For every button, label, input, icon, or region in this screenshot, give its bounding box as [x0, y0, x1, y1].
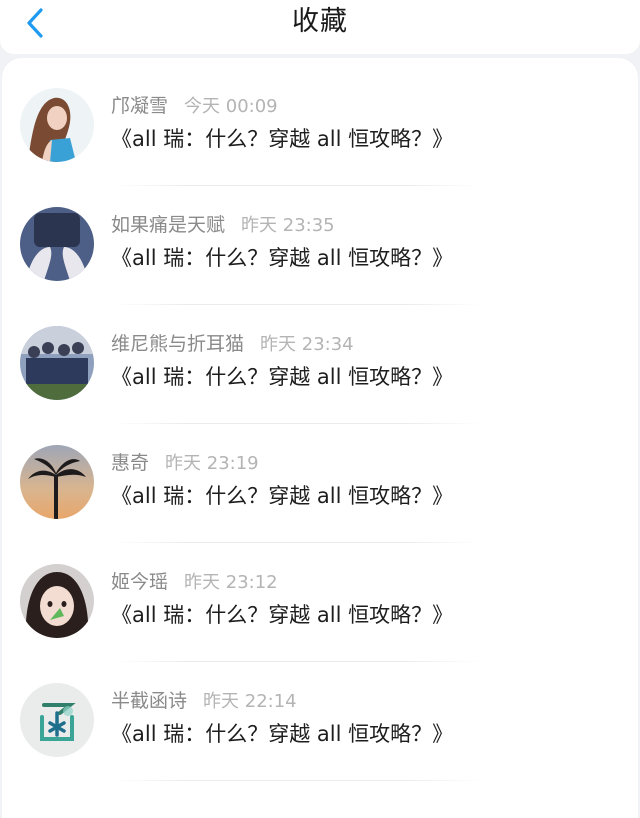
favorite-item[interactable]: 惠奇 昨天 23:19 《all 瑞：什么？穿越 all 恒攻略？》	[2, 415, 638, 533]
avatar[interactable]	[20, 326, 94, 400]
sender-line: 维尼熊与折耳猫 昨天 23:34	[111, 332, 354, 357]
favorite-item[interactable]: 半截函诗 昨天 22:14 《all 瑞：什么？穿越 all 恒攻略？》	[2, 653, 638, 771]
avatar[interactable]	[20, 207, 94, 281]
sender-name: 惠奇	[111, 452, 150, 474]
favorite-item[interactable]: 如果痛是天赋 昨天 23:35 《all 瑞：什么？穿越 all 恒攻略？》	[2, 177, 638, 295]
timestamp: 昨天 23:35	[241, 215, 335, 236]
sender-line: 邝凝雪 今天 00:09	[111, 94, 278, 119]
avatar[interactable]	[20, 445, 94, 519]
favorite-title: 《all 瑞：什么？穿越 all 恒攻略？》	[111, 127, 454, 151]
favorite-item[interactable]: 维尼熊与折耳猫 昨天 23:34 《all 瑞：什么？穿越 all 恒攻略？》	[2, 296, 638, 414]
favorite-title: 《all 瑞：什么？穿越 all 恒攻略？》	[111, 365, 454, 389]
timestamp: 今天 00:09	[184, 96, 278, 117]
favorite-title: 《all 瑞：什么？穿越 all 恒攻略？》	[111, 722, 454, 746]
sender-name: 维尼熊与折耳猫	[111, 333, 245, 355]
sender-name: 姬今瑶	[111, 571, 169, 593]
favorite-item[interactable]: 邝凝雪 今天 00:09 《all 瑞：什么？穿越 all 恒攻略？》	[2, 58, 638, 176]
timestamp: 昨天 23:34	[260, 334, 354, 355]
avatar[interactable]	[20, 564, 94, 638]
sender-name: 半截函诗	[111, 690, 188, 712]
avatar[interactable]	[20, 88, 94, 162]
sender-line: 惠奇 昨天 23:19	[111, 451, 259, 476]
favorites-list: 邝凝雪 今天 00:09 《all 瑞：什么？穿越 all 恒攻略？》 如果痛是天…	[2, 58, 638, 818]
favorite-title: 《all 瑞：什么？穿越 all 恒攻略？》	[111, 246, 454, 270]
sender-line: 姬今瑶 昨天 23:12	[111, 570, 278, 595]
sender-line: 半截函诗 昨天 22:14	[111, 689, 297, 714]
top-bar: 收藏	[0, 0, 640, 54]
sender-line: 如果痛是天赋 昨天 23:35	[111, 213, 335, 238]
favorite-title: 《all 瑞：什么？穿越 all 恒攻略？》	[111, 603, 454, 627]
sender-name: 邝凝雪	[111, 95, 169, 117]
sender-name: 如果痛是天赋	[111, 214, 226, 236]
timestamp: 昨天 22:14	[203, 691, 297, 712]
avatar[interactable]	[20, 683, 94, 757]
timestamp: 昨天 23:19	[165, 453, 259, 474]
page-title: 收藏	[292, 6, 348, 37]
favorite-item[interactable]: 姬今瑶 昨天 23:12 《all 瑞：什么？穿越 all 恒攻略？》	[2, 534, 638, 652]
favorite-title: 《all 瑞：什么？穿越 all 恒攻略？》	[111, 484, 454, 508]
timestamp: 昨天 23:12	[184, 572, 278, 593]
divider	[112, 780, 482, 781]
